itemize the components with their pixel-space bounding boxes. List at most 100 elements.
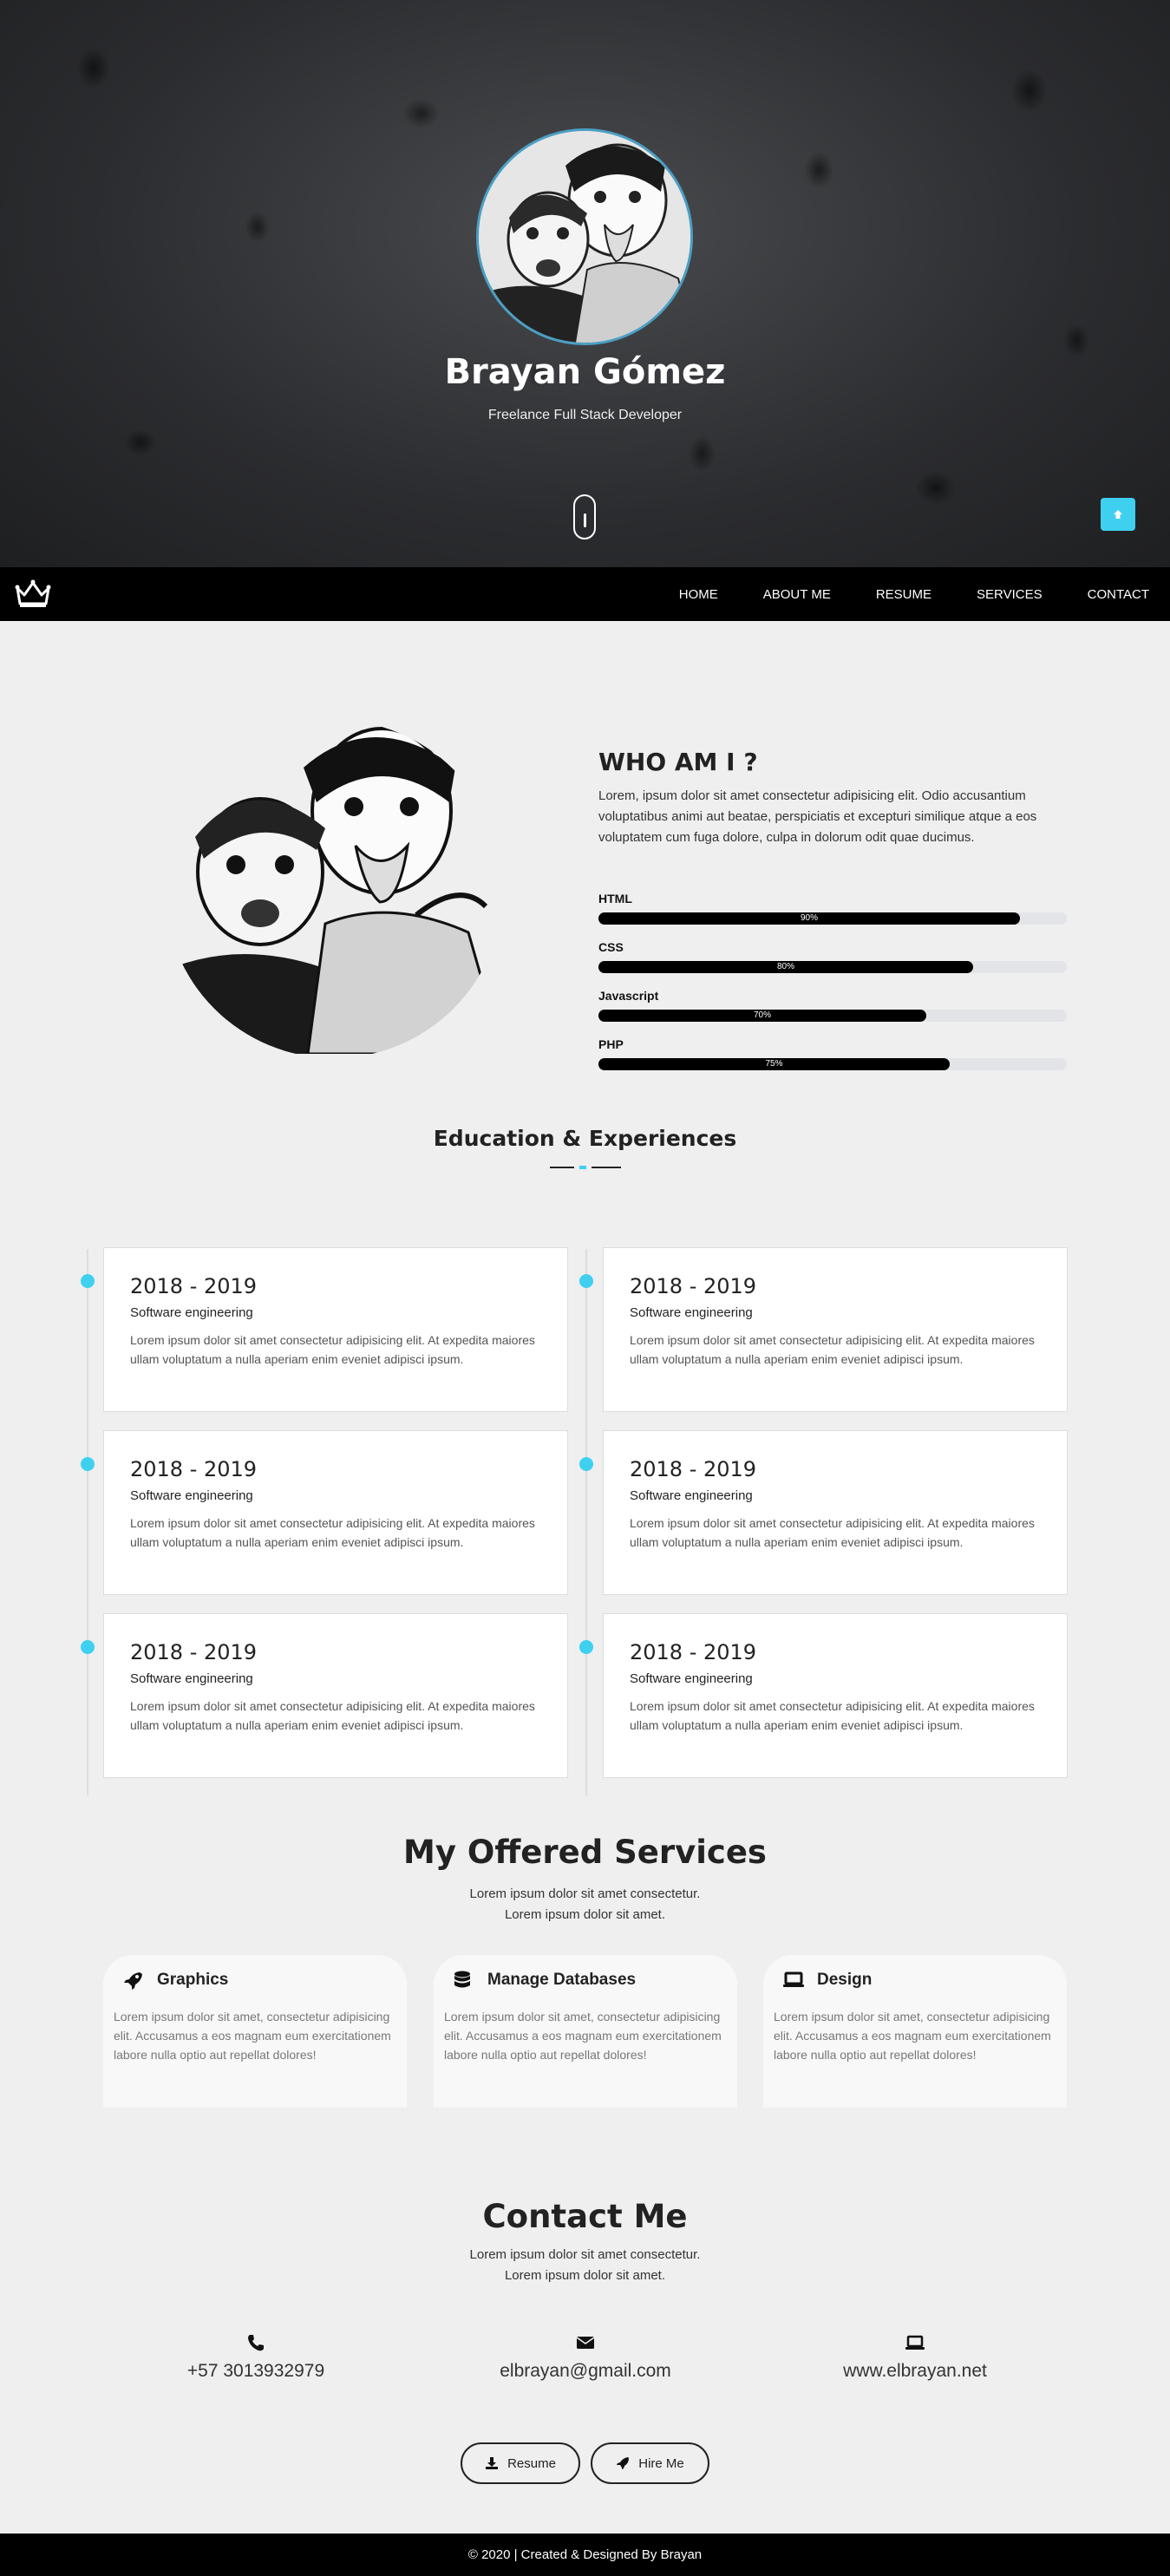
section-divider	[550, 1166, 621, 1169]
envelope-icon	[576, 2337, 595, 2349]
timeline-years: 2018 - 2019	[630, 1274, 757, 1298]
skill-bar-track: 70%	[598, 1010, 1067, 1022]
timeline-role: Software engineering	[130, 1671, 253, 1686]
timeline-text: Lorem ipsum dolor sit amet consectetur a…	[130, 1333, 535, 1366]
hero-avatar	[476, 128, 693, 345]
hero-section: Brayan Gómez Freelance Full Stack Develo…	[0, 0, 1170, 567]
skill-bar-track: 90%	[598, 912, 1067, 925]
skill-bar-fill: 70%	[598, 1010, 926, 1022]
contact-website: www.elbrayan.net	[750, 2333, 1080, 2382]
skill-html: HTML 90%	[598, 892, 1067, 925]
service-title: Graphics	[157, 1971, 229, 1989]
resume-button-label: Resume	[507, 2455, 556, 2471]
footer: © 2020 | Created & Designed By Brayan	[0, 2534, 1170, 2576]
service-title: Design	[817, 1971, 873, 1989]
rocket-icon	[124, 1972, 142, 1990]
contact-title: Contact Me	[482, 2198, 688, 2235]
contact-email-value[interactable]: elbrayan@gmail.com	[421, 2361, 750, 2382]
nav-services[interactable]: SERVICES	[977, 587, 1043, 602]
contact-phone-value[interactable]: +57 3013932979	[91, 2361, 421, 2382]
timeline-dot	[81, 1640, 95, 1654]
hero-name: Brayan Gómez	[444, 352, 726, 392]
service-text: Lorem ipsum dolor sit amet, consectetur …	[114, 2010, 391, 2062]
timeline-years: 2018 - 2019	[630, 1457, 757, 1481]
skill-bar-track: 80%	[598, 961, 1067, 973]
timeline-role: Software engineering	[630, 1488, 753, 1503]
arrow-up-icon	[1114, 510, 1122, 519]
contact-email: elbrayan@gmail.com	[421, 2333, 750, 2382]
skill-bar-track: 75%	[598, 1058, 1067, 1070]
skill-label: Javascript	[598, 989, 659, 1003]
timeline-role: Software engineering	[130, 1488, 253, 1503]
service-text: Lorem ipsum dolor sit amet, consectetur …	[774, 2010, 1051, 2062]
services-title: My Offered Services	[403, 1834, 767, 1871]
nav-contact[interactable]: CONTACT	[1088, 587, 1149, 602]
timeline-text: Lorem ipsum dolor sit amet consectetur a…	[130, 1699, 535, 1732]
database-icon	[454, 1971, 470, 1988]
navbar: HOME ABOUT ME RESUME SERVICES CONTACT	[0, 567, 1170, 621]
footer-text: © 2020 | Created & Designed By Brayan	[467, 2547, 703, 2562]
skill-bar-fill: 75%	[598, 1058, 950, 1070]
phone-icon	[248, 2335, 264, 2351]
timeline-dot	[579, 1274, 593, 1288]
skill-bar-fill: 80%	[598, 961, 973, 973]
about-photo	[156, 707, 512, 1056]
contact-subtitle-line1: Lorem ipsum dolor sit amet consectetur.	[469, 2247, 701, 2262]
about-title: WHO AM I ?	[598, 748, 758, 776]
contact-phone: +57 3013932979	[91, 2333, 421, 2382]
about-text: Lorem, ipsum dolor sit amet consectetur …	[598, 788, 1037, 845]
timeline-card: 2018 - 2019 Software engineering Lorem i…	[103, 1430, 568, 1595]
timeline-years: 2018 - 2019	[630, 1640, 757, 1664]
scroll-to-top-button[interactable]	[1101, 498, 1135, 531]
hero-subtitle: Freelance Full Stack Developer	[487, 408, 683, 422]
resume-button[interactable]: Resume	[461, 2442, 580, 2484]
skill-php: PHP 75%	[598, 1037, 1067, 1070]
timeline-dot	[81, 1457, 95, 1471]
timeline-role: Software engineering	[130, 1305, 253, 1320]
services-subtitle-line2: Lorem ipsum dolor sit amet.	[504, 1907, 666, 1922]
timeline-text: Lorem ipsum dolor sit amet consectetur a…	[630, 1516, 1035, 1549]
skill-label: HTML	[598, 892, 632, 906]
timeline-text: Lorem ipsum dolor sit amet consectetur a…	[130, 1516, 535, 1549]
timeline-line	[585, 1249, 587, 1795]
timeline-years: 2018 - 2019	[130, 1640, 258, 1664]
laptop-icon	[905, 2335, 925, 2350]
education-title: Education & Experiences	[433, 1126, 737, 1151]
nav-home[interactable]: HOME	[679, 587, 718, 602]
nav-about-me[interactable]: ABOUT ME	[763, 587, 831, 602]
contact-subtitle-line2: Lorem ipsum dolor sit amet.	[504, 2268, 666, 2283]
nav-resume[interactable]: RESUME	[876, 587, 931, 602]
service-text: Lorem ipsum dolor sit amet, consectetur …	[444, 2010, 722, 2062]
service-card-design: Design Lorem ipsum dolor sit amet, conse…	[763, 1955, 1067, 2108]
hire-me-button[interactable]: Hire Me	[591, 2442, 709, 2484]
contact-website-value[interactable]: www.elbrayan.net	[750, 2361, 1080, 2382]
timeline-years: 2018 - 2019	[130, 1457, 258, 1481]
scroll-down-icon[interactable]	[573, 494, 596, 539]
hire-me-button-label: Hire Me	[638, 2455, 684, 2471]
timeline-text: Lorem ipsum dolor sit amet consectetur a…	[630, 1333, 1035, 1366]
service-card-databases: Manage Databases Lorem ipsum dolor sit a…	[434, 1955, 737, 2108]
skill-label: CSS	[598, 940, 624, 954]
timeline-role: Software engineering	[630, 1305, 753, 1320]
timeline-role: Software engineering	[630, 1671, 753, 1686]
rocket-icon	[617, 2457, 630, 2469]
nav-links: HOME ABOUT ME RESUME SERVICES CONTACT	[634, 567, 1149, 621]
laptop-icon	[783, 1971, 804, 1987]
timeline-text: Lorem ipsum dolor sit amet consectetur a…	[630, 1699, 1035, 1732]
timeline-years: 2018 - 2019	[130, 1274, 258, 1298]
service-title: Manage Databases	[487, 1971, 637, 1989]
timeline-card: 2018 - 2019 Software engineering Lorem i…	[603, 1247, 1068, 1412]
timeline-card: 2018 - 2019 Software engineering Lorem i…	[103, 1613, 568, 1778]
skill-css: CSS 80%	[598, 940, 1067, 973]
skill-label: PHP	[598, 1037, 624, 1051]
timeline-card: 2018 - 2019 Software engineering Lorem i…	[603, 1613, 1068, 1778]
skill-bar-fill: 90%	[598, 912, 1020, 925]
timeline-card: 2018 - 2019 Software engineering Lorem i…	[103, 1247, 568, 1412]
timeline-dot	[579, 1457, 593, 1471]
crown-icon[interactable]	[14, 579, 52, 609]
timeline-card: 2018 - 2019 Software engineering Lorem i…	[603, 1430, 1068, 1595]
skill-javascript: Javascript 70%	[598, 989, 1067, 1022]
timeline-line	[87, 1249, 88, 1795]
download-icon	[486, 2457, 499, 2469]
services-subtitle-line1: Lorem ipsum dolor sit amet consectetur.	[469, 1886, 701, 1901]
